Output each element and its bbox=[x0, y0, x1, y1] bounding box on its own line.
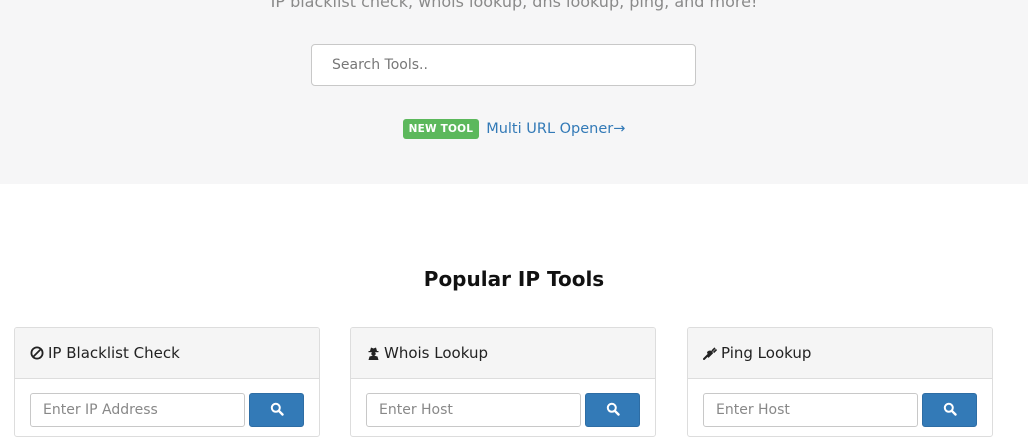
card-header: Whois Lookup bbox=[351, 328, 655, 379]
search-icon bbox=[606, 401, 620, 420]
card-ping-lookup: Ping Lookup bbox=[687, 327, 993, 437]
hero-section: IP blacklist check, whois lookup, dns lo… bbox=[0, 0, 1028, 184]
search-icon bbox=[943, 401, 957, 420]
card-title: Ping Lookup bbox=[721, 344, 812, 362]
card-ip-blacklist-check: IP Blacklist Check bbox=[14, 327, 320, 437]
search-tools-input[interactable] bbox=[311, 44, 696, 86]
card-title: Whois Lookup bbox=[384, 344, 488, 362]
new-tool-banner: NEW TOOL Multi URL Opener→ bbox=[0, 118, 1028, 139]
plug-icon bbox=[702, 345, 718, 361]
ping-search-button[interactable] bbox=[922, 393, 977, 427]
card-whois-lookup: Whois Lookup bbox=[350, 327, 656, 437]
multi-url-opener-link[interactable]: Multi URL Opener→ bbox=[486, 121, 625, 137]
card-title: IP Blacklist Check bbox=[48, 344, 180, 362]
user-secret-icon bbox=[365, 345, 381, 361]
whois-host-input[interactable] bbox=[366, 393, 581, 427]
hero-tagline: IP blacklist check, whois lookup, dns lo… bbox=[270, 0, 758, 11]
whois-search-button[interactable] bbox=[585, 393, 640, 427]
card-header: IP Blacklist Check bbox=[15, 328, 319, 379]
ip-address-input[interactable] bbox=[30, 393, 245, 427]
ip-blacklist-search-button[interactable] bbox=[249, 393, 304, 427]
popular-tools-title: Popular IP Tools bbox=[423, 267, 605, 291]
ban-icon bbox=[29, 345, 45, 361]
card-header: Ping Lookup bbox=[688, 328, 992, 379]
ping-host-input[interactable] bbox=[703, 393, 918, 427]
new-tool-badge: NEW TOOL bbox=[402, 118, 480, 139]
search-icon bbox=[270, 401, 284, 420]
